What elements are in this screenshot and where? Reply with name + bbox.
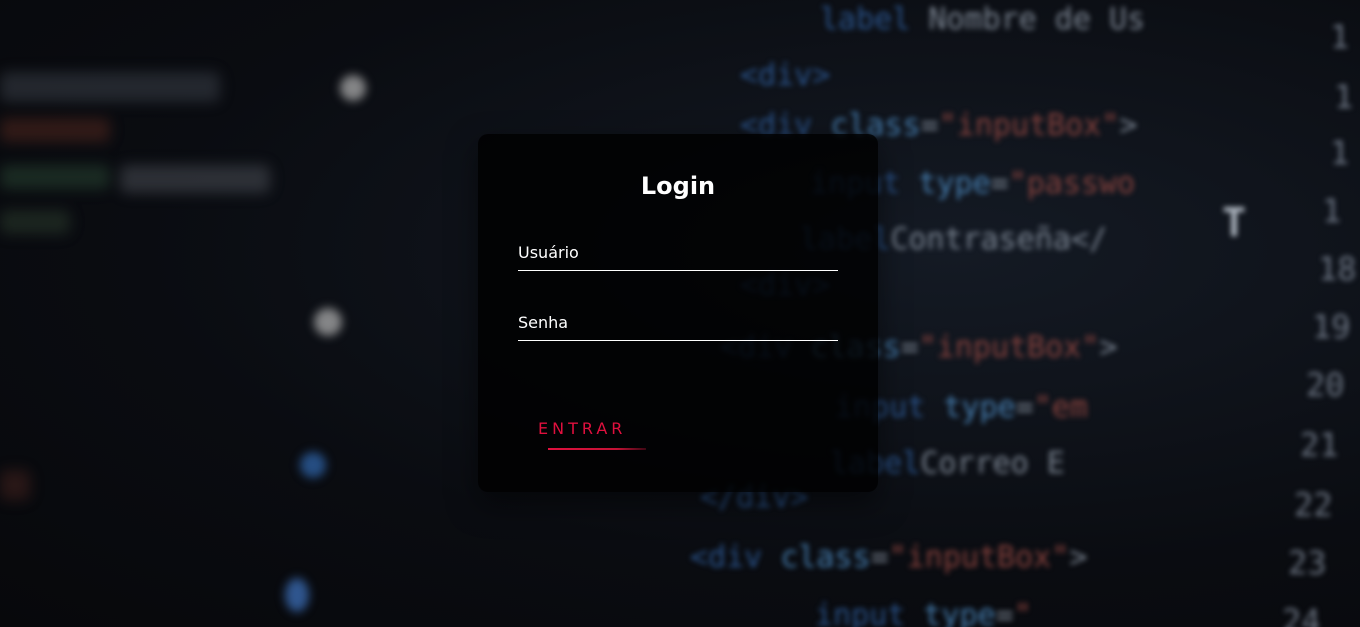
bg-dot — [314, 308, 342, 336]
bg-line-number: 20 — [1306, 366, 1345, 404]
bg-blob — [0, 72, 220, 102]
login-panel: Login Usuário Senha ENTRAR — [478, 134, 878, 492]
bg-dot — [285, 578, 309, 612]
submit-button-underline — [548, 448, 646, 450]
password-field[interactable]: Senha — [518, 306, 842, 342]
bg-line-number: 19 — [1312, 308, 1351, 346]
username-field[interactable]: Usuário — [518, 236, 842, 272]
bg-code-line: <div> — [740, 58, 831, 93]
bg-line-number: 21 — [1300, 426, 1339, 464]
bg-code-line: input type=" — [815, 598, 1032, 627]
bg-dot — [300, 452, 326, 478]
bg-cursor-glyph: T — [1222, 200, 1247, 246]
bg-line-number: 23 — [1288, 544, 1327, 582]
password-label: Senha — [518, 313, 569, 332]
bg-line-number: 1 — [1330, 18, 1350, 56]
bg-line-number: 1 — [1322, 192, 1342, 230]
bg-blob — [0, 165, 110, 189]
bg-blob — [0, 210, 70, 234]
bg-blob — [120, 165, 270, 193]
bg-code-line: label Nombre de Us — [820, 2, 1146, 37]
bg-line-number: 1 — [1334, 78, 1354, 116]
login-title: Login — [640, 172, 716, 200]
bg-blob — [0, 470, 30, 500]
bg-dot — [340, 75, 366, 101]
bg-line-number: 24 — [1282, 602, 1321, 627]
bg-code-line: <div class="inputBox"> — [690, 540, 1088, 575]
bg-line-number: 22 — [1294, 486, 1333, 524]
submit-button[interactable]: ENTRAR — [538, 419, 626, 438]
bg-line-number: 18 — [1318, 250, 1357, 288]
bg-blob — [0, 118, 110, 142]
bg-line-number: 1 — [1330, 134, 1350, 172]
username-label: Usuário — [518, 243, 579, 262]
